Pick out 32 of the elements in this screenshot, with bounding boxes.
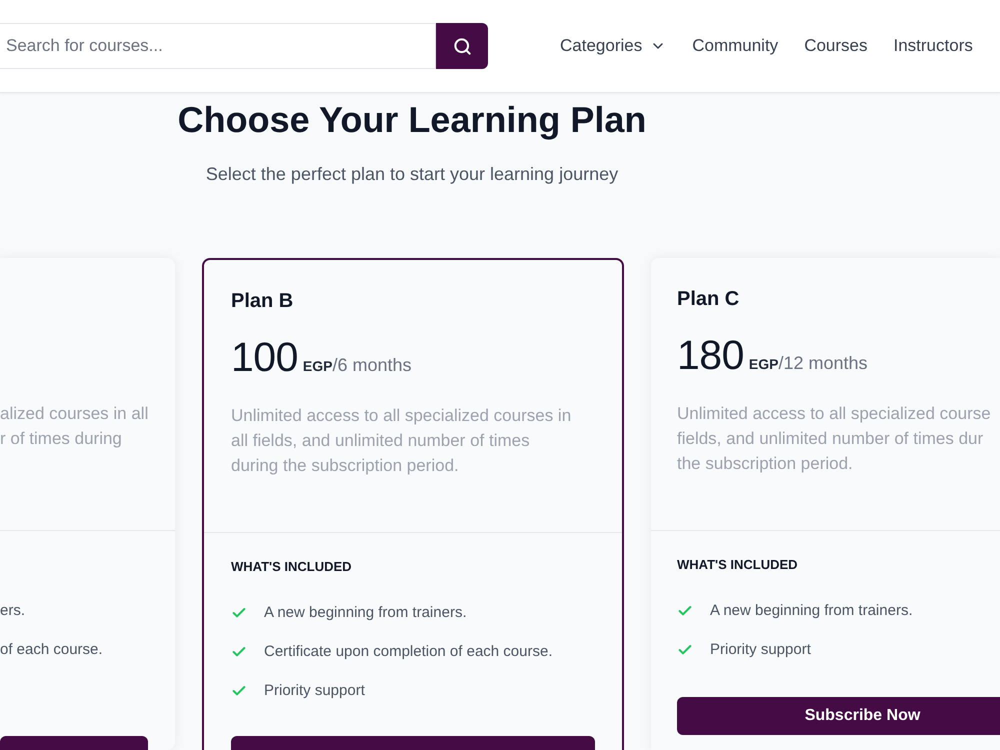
plan-description: Unlimited access to all specialized course fields, and unlimited number of times dur the subscription period.	[677, 403, 992, 475]
billing-period: /12 months	[778, 352, 868, 375]
plan-price: 100	[231, 333, 298, 381]
nav-link[interactable]: Courses	[804, 33, 868, 59]
currency-label: EGP	[302, 357, 332, 376]
nav-link[interactable]: Community	[692, 33, 778, 59]
feature-text: ers.	[0, 600, 26, 621]
plan-button[interactable]	[231, 736, 595, 750]
subscribe-button[interactable]: Subscribe Now	[677, 697, 1000, 735]
plan-description: Unlimited access to all specialized courses in all fields, and unlimited number of times during the subscription period.	[231, 405, 572, 477]
included-heading: WHAT'S INCLUDED	[677, 556, 799, 574]
currency-label: EGP	[748, 355, 778, 374]
page-subtitle: Select the perfect plan to start your learning journey	[206, 163, 618, 186]
feature-text: A new beginning from trainers.	[710, 600, 913, 621]
billing-period: /6 months	[332, 354, 412, 377]
plan-title: Plan B	[231, 289, 294, 314]
nav-link[interactable]: Instructors	[894, 33, 973, 59]
plan-button[interactable]	[0, 736, 148, 750]
feature-text: Priority support	[710, 640, 811, 660]
search-icon	[452, 36, 472, 56]
included-heading: WHAT'S INCLUDED	[231, 558, 353, 576]
categories-dropdown[interactable]: Categories	[560, 33, 666, 59]
plan-price: 180	[677, 331, 744, 379]
plan-description: alized courses in all r of times during	[0, 403, 148, 450]
feature-text: A new beginning from trainers.	[264, 602, 467, 623]
search-button[interactable]	[436, 23, 488, 69]
feature-text: Priority support	[264, 680, 365, 701]
page-title: Choose Your Learning Plan	[178, 98, 646, 142]
feature-text: of each course.	[0, 640, 103, 660]
search-field[interactable]: Search for courses...	[0, 23, 436, 69]
feature-text: Certificate upon completion of each course.	[264, 642, 552, 662]
plan-title: Plan C	[677, 287, 740, 312]
